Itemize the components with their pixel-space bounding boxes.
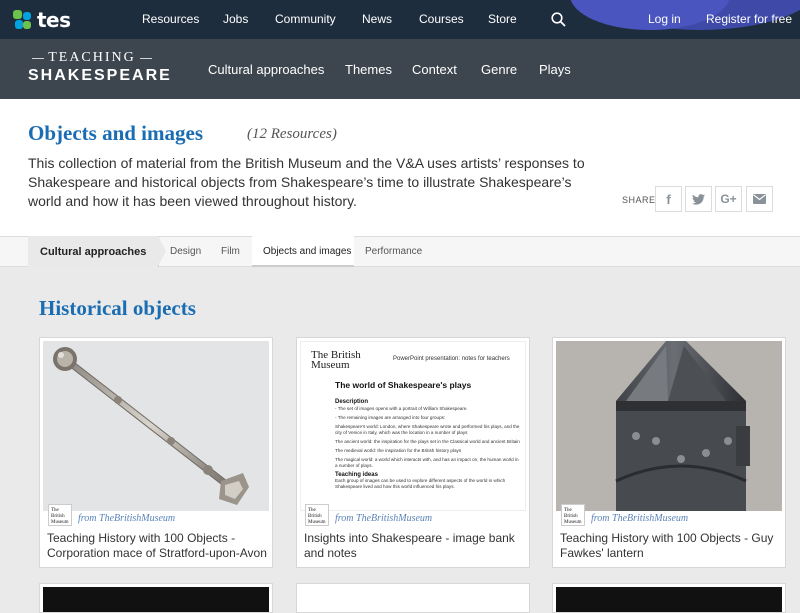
resource-card[interactable] [39,583,273,613]
share-label: SHARE [622,195,656,205]
card-source: The British Museum from TheBritishMuseum [561,504,688,526]
doc-line: - The set of images opens with a portrai… [335,406,468,411]
card-thumbnail[interactable] [556,587,782,612]
twitter-icon [692,193,705,205]
resource-count: (12 Resources) [247,126,337,142]
resource-card[interactable]: The British Museum PowerPoint presentati… [296,337,530,568]
subnav-themes[interactable]: Themes [345,62,392,77]
card-title[interactable]: Teaching History with 100 Objects - Guy … [560,531,782,562]
nav-community[interactable]: Community [275,12,336,26]
card-source: The British Museum from TheBritishMuseum [305,504,432,526]
tes-logo-text: tes [37,8,71,32]
card-from-text[interactable]: from TheBritishMuseum [335,513,432,524]
email-share-button[interactable] [746,186,773,212]
breadcrumb-cultural-approaches[interactable]: Cultural approaches [28,236,167,267]
card-title[interactable]: Teaching History with 100 Objects - Corp… [47,531,269,562]
brand-line-1: TEACHING [28,50,156,66]
subnav-cultural-approaches[interactable]: Cultural approaches [208,62,324,77]
doc-description-label: Description [335,399,369,405]
doc-ideas-text: Each group of images can be used to expl… [335,478,506,489]
british-museum-logo: The British Museum [48,504,72,526]
doc-header-note: PowerPoint presentation: notes for teach… [393,356,510,362]
mail-icon [753,194,766,204]
nav-courses[interactable]: Courses [419,12,464,26]
british-museum-logo: The British Museum [305,504,329,526]
register-link[interactable]: Register for free [706,12,792,26]
card-thumbnail[interactable]: The British Museum PowerPoint presentati… [300,341,526,511]
tab-performance[interactable]: Performance [365,246,422,257]
facebook-icon: f [666,191,671,207]
doc-brand: The British Museum [311,349,361,371]
login-link[interactable]: Log in [648,12,681,26]
section-title: Historical objects [39,296,196,320]
card-thumbnail[interactable] [43,587,269,612]
resource-card[interactable]: The British Museum from TheBritishMuseum… [552,337,786,568]
facebook-share-button[interactable]: f [655,186,682,212]
card-source: The British Museum from TheBritishMuseum [48,504,175,526]
tab-design[interactable]: Design [170,246,201,257]
page-title: Objects and images [28,121,203,145]
doc-line: The ancient world: the inspiration for t… [335,439,520,444]
card-thumbnail[interactable] [300,587,526,612]
tab-objects-and-images[interactable]: Objects and images [263,246,351,257]
card-thumbnail[interactable] [556,341,782,511]
lantern-image [615,341,750,511]
doc-line: - The remaining images are arranged into… [335,415,446,420]
doc-heading: The world of Shakespeare's plays [335,380,472,390]
twitter-share-button[interactable] [685,186,712,212]
card-from-text[interactable]: from TheBritishMuseum [78,513,175,524]
doc-line: The medieval world: the inspiration for … [335,448,462,453]
subnav-context[interactable]: Context [412,62,457,77]
resource-card[interactable] [296,583,530,613]
card-thumbnail[interactable] [43,341,269,511]
doc-body: - The set of images opens with a portrai… [335,406,521,490]
card-from-text[interactable]: from TheBritishMuseum [591,513,688,524]
doc-line: The magical world: a world which interac… [335,457,519,468]
tes-logo[interactable]: tes [13,8,71,32]
tes-logo-icon [13,10,33,30]
top-navigation: tes Resources Jobs Community News Course… [0,0,800,39]
resource-card[interactable]: The British Museum from TheBritishMuseum… [39,337,273,568]
nav-store[interactable]: Store [488,12,517,26]
search-icon[interactable] [551,12,566,27]
brand-line-2: SHAKESPEARE [28,67,172,84]
card-title[interactable]: Insights into Shakespeare - image bank a… [304,531,526,562]
nav-jobs[interactable]: Jobs [223,12,248,26]
mace-image [53,347,249,505]
doc-line: Shakespeare's world: London, where Shake… [335,424,520,435]
google-plus-icon: G+ [720,192,737,206]
collection-description: This collection of material from the Bri… [28,155,585,209]
nav-news[interactable]: News [362,12,392,26]
british-museum-logo: The British Museum [561,504,585,526]
resource-card[interactable] [552,583,786,613]
tab-film[interactable]: Film [221,246,240,257]
subnav-genre[interactable]: Genre [481,62,517,77]
teaching-shakespeare-logo[interactable]: TEACHING SHAKESPEARE [28,50,172,85]
google-plus-share-button[interactable]: G+ [715,186,742,212]
nav-resources[interactable]: Resources [142,12,199,26]
subnav-plays[interactable]: Plays [539,62,571,77]
